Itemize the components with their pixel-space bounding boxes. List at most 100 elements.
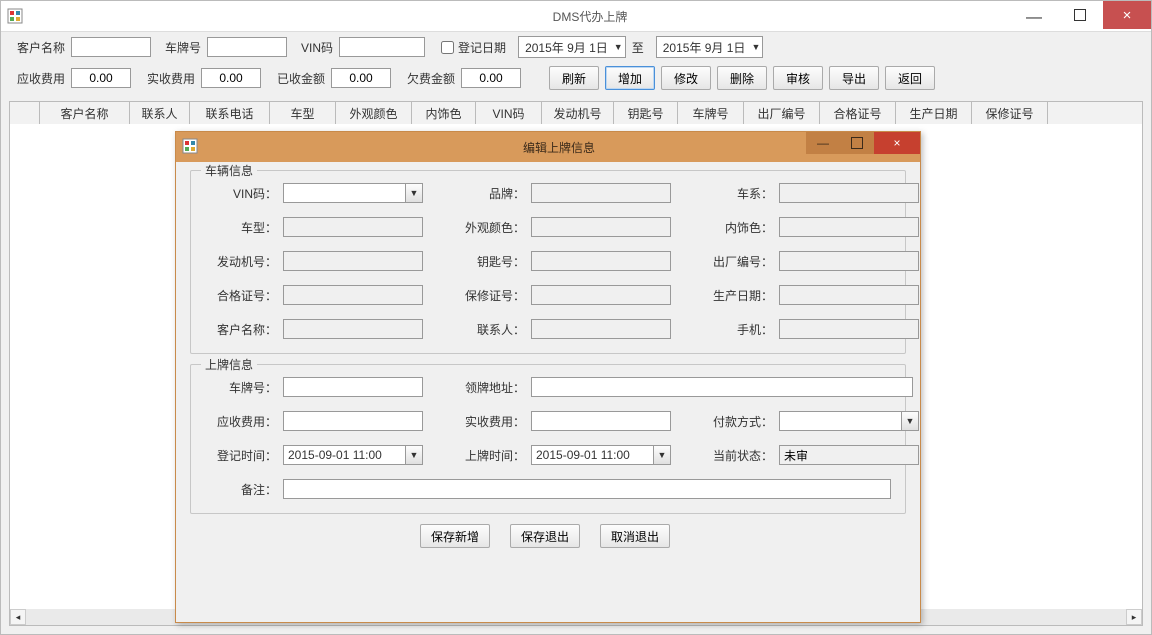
registration-fieldset: 上牌信息 车牌号： 领牌地址： 应收费用： 实收费用： 付款方式： ▼ [190, 364, 906, 514]
grid-header-cell[interactable] [10, 102, 40, 124]
contact-field-label: 联系人： [423, 321, 525, 338]
vin-field-label: VIN码： [205, 185, 277, 202]
registration-legend: 上牌信息 [201, 356, 257, 373]
grid-header-cell[interactable]: 联系电话 [190, 102, 270, 124]
dialog-window-buttons: — × [806, 132, 920, 158]
warranty-field-label: 保修证号： [423, 287, 525, 304]
vehicle-fieldset: 车辆信息 VIN码： ▼ 品牌： 车系： 车型： 外观颜色： 内饰色： [190, 170, 906, 354]
grid-header-cell[interactable]: VIN码 [476, 102, 542, 124]
pickup-field-label: 领牌地址： [423, 379, 525, 396]
dialog-maximize-button[interactable] [840, 132, 874, 154]
dialog-buttons: 保存新增 保存退出 取消退出 [190, 524, 906, 548]
engine-field-label: 发动机号： [205, 253, 277, 270]
main-window: DMS代办上牌 — × 客户名称 车牌号 VIN码 登记日期 2015年 9月 … [0, 0, 1152, 635]
grid-header-cell[interactable]: 车牌号 [678, 102, 744, 124]
owed-label: 欠费金额 [407, 70, 455, 87]
grid-header-cell[interactable]: 生产日期 [896, 102, 972, 124]
receivable-field[interactable] [283, 411, 423, 431]
add-button[interactable]: 增加 [605, 66, 655, 90]
vin-combo[interactable]: ▼ [283, 183, 423, 203]
regtime-picker[interactable]: 2015-09-01 11:00▼ [283, 445, 423, 465]
scroll-left-button[interactable]: ◂ [10, 609, 26, 625]
main-titlebar: DMS代办上牌 — × [1, 1, 1151, 32]
plate-label: 车牌号 [165, 39, 201, 56]
contact-field [531, 319, 671, 339]
date-from-picker[interactable]: 2015年 9月 1日▼ [518, 36, 626, 58]
customer-input[interactable] [71, 37, 151, 57]
app-icon [7, 8, 23, 24]
maximize-button[interactable] [1057, 1, 1103, 29]
grid-header-cell[interactable]: 保修证号 [972, 102, 1048, 124]
save-new-button[interactable]: 保存新增 [420, 524, 490, 548]
cancel-exit-button[interactable]: 取消退出 [600, 524, 670, 548]
owed-value [461, 68, 521, 88]
received-label: 已收金额 [277, 70, 325, 87]
paymethod-combo[interactable]: ▼ [779, 411, 919, 431]
grid-header-cell[interactable]: 车型 [270, 102, 336, 124]
save-exit-button[interactable]: 保存退出 [510, 524, 580, 548]
proddate-field-label: 生产日期： [671, 287, 773, 304]
vehicle-legend: 车辆信息 [201, 162, 257, 179]
grid-header-cell[interactable]: 发动机号 [542, 102, 614, 124]
minimize-button[interactable]: — [1011, 1, 1057, 37]
warranty-field [531, 285, 671, 305]
audit-button[interactable]: 审核 [773, 66, 823, 90]
dialog-minimize-button[interactable]: — [806, 132, 840, 154]
actual-label: 实收费用 [147, 70, 195, 87]
grid-header-cell[interactable]: 客户名称 [40, 102, 130, 124]
status-field-label: 当前状态： [671, 447, 773, 464]
date-to-picker[interactable]: 2015年 9月 1日▼ [656, 36, 764, 58]
regdate-checkbox[interactable] [441, 41, 454, 54]
exterior-field-label: 外观颜色： [423, 219, 525, 236]
key-field-label: 钥匙号： [423, 253, 525, 270]
receivable-label: 应收费用 [17, 70, 65, 87]
grid-header-cell[interactable]: 内饰色 [412, 102, 476, 124]
plate-field[interactable] [283, 377, 423, 397]
key-field [531, 251, 671, 271]
vin-input[interactable] [339, 37, 425, 57]
back-button[interactable]: 返回 [885, 66, 935, 90]
proddate-field [779, 285, 919, 305]
interior-field-label: 内饰色： [671, 219, 773, 236]
brand-field-label: 品牌： [423, 185, 525, 202]
mobile-field [779, 319, 919, 339]
grid-header: 客户名称联系人联系电话车型外观颜色内饰色VIN码发动机号钥匙号车牌号出厂编号合格… [10, 102, 1142, 125]
dialog-body: 车辆信息 VIN码： ▼ 品牌： 车系： 车型： 外观颜色： 内饰色： [176, 162, 920, 556]
grid-header-cell[interactable]: 钥匙号 [614, 102, 678, 124]
plate-input[interactable] [207, 37, 287, 57]
remark-field[interactable] [283, 479, 891, 499]
grid-header-cell[interactable]: 出厂编号 [744, 102, 820, 124]
chevron-down-icon: ▼ [405, 446, 422, 464]
edit-button[interactable]: 修改 [661, 66, 711, 90]
actual-value [201, 68, 261, 88]
search-bar: 客户名称 车牌号 VIN码 登记日期 2015年 9月 1日▼ 至 2015年 … [1, 32, 1151, 62]
status-field [779, 445, 919, 465]
refresh-button[interactable]: 刷新 [549, 66, 599, 90]
pickup-field[interactable] [531, 377, 913, 397]
remark-field-label: 备注： [205, 481, 277, 498]
factory-field-label: 出厂编号： [671, 253, 773, 270]
vin-label: VIN码 [301, 39, 333, 56]
receivable-value [71, 68, 131, 88]
close-button[interactable]: × [1103, 1, 1151, 29]
chevron-down-icon: ▼ [901, 412, 918, 430]
grid-header-cell[interactable]: 合格证号 [820, 102, 896, 124]
scroll-right-button[interactable]: ▸ [1126, 609, 1142, 625]
interior-field [779, 217, 919, 237]
delete-button[interactable]: 删除 [717, 66, 767, 90]
series-field [779, 183, 919, 203]
brand-field [531, 183, 671, 203]
grid-header-cell[interactable]: 外观颜色 [336, 102, 412, 124]
edit-dialog: 编辑上牌信息 — × 车辆信息 VIN码： ▼ 品牌： 车系： [175, 131, 921, 623]
actual-field[interactable] [531, 411, 671, 431]
export-button[interactable]: 导出 [829, 66, 879, 90]
fee-toolbar: 应收费用 实收费用 已收金额 欠费金额 刷新 增加 修改 删除 审核 导出 返回 [1, 62, 1151, 94]
platetime-field-label: 上牌时间： [423, 447, 525, 464]
grid-header-cell[interactable]: 联系人 [130, 102, 190, 124]
dialog-close-button[interactable]: × [874, 132, 920, 154]
exterior-field [531, 217, 671, 237]
platetime-picker[interactable]: 2015-09-01 11:00▼ [531, 445, 671, 465]
window-buttons: — × [1011, 1, 1151, 29]
regtime-field-label: 登记时间： [205, 447, 277, 464]
mobile-field-label: 手机： [671, 321, 773, 338]
